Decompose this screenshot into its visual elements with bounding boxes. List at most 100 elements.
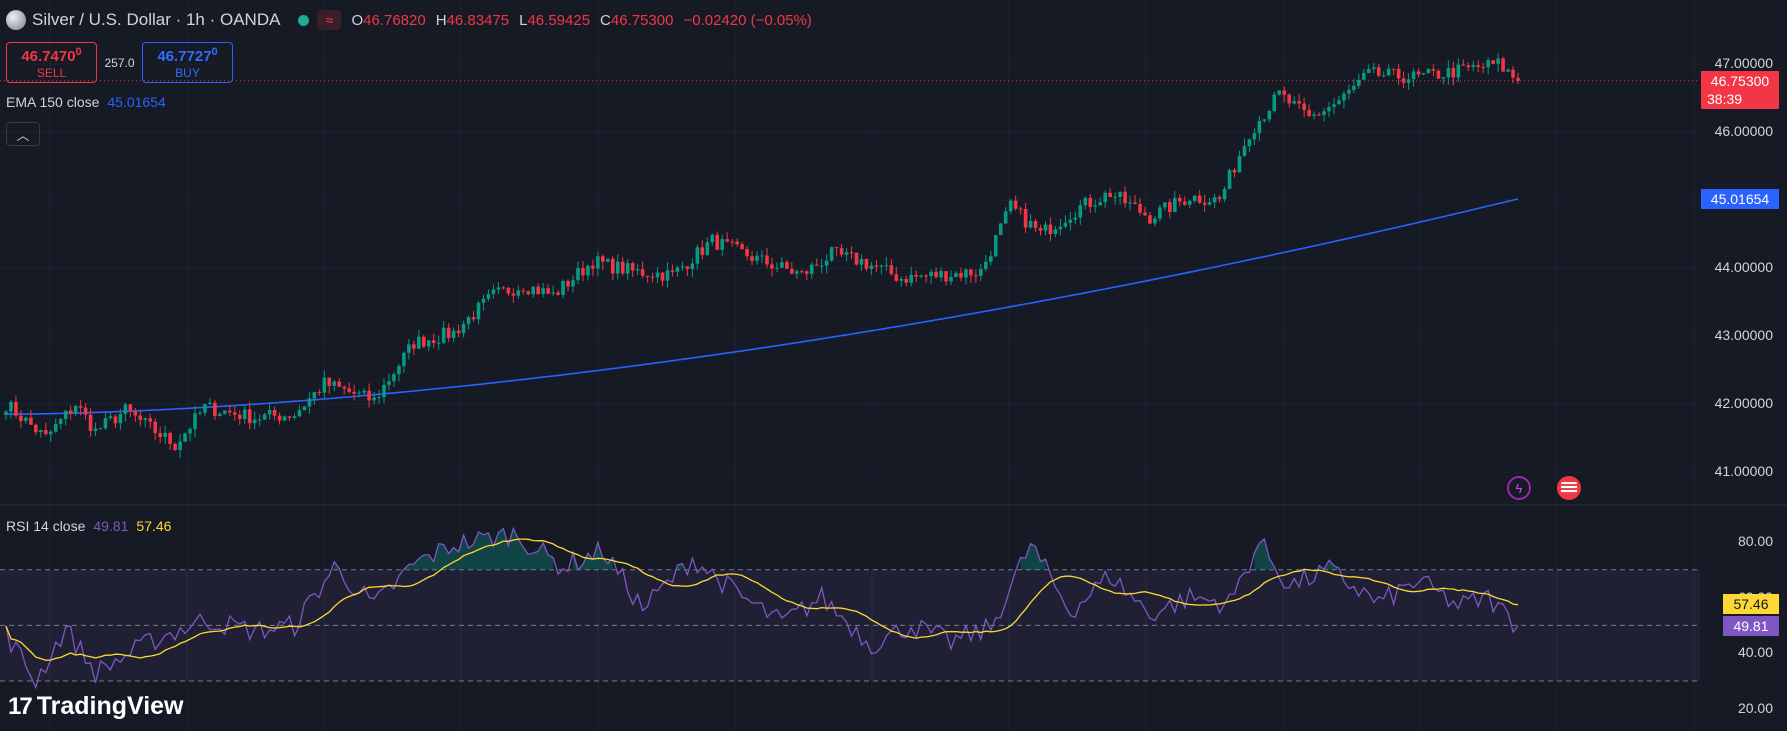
tradingview-logo[interactable]: 17 TradingView (8, 692, 184, 721)
candle-down (1307, 109, 1311, 116)
candle-up (426, 340, 431, 347)
candle-down (1416, 71, 1421, 75)
candle-up (690, 263, 695, 270)
candle-up (819, 265, 824, 267)
candle-up (1247, 139, 1252, 147)
candle-down (228, 410, 232, 413)
candle-down (1033, 221, 1038, 228)
candle-down (700, 247, 705, 255)
candle-up (1187, 200, 1192, 205)
candle-up (949, 276, 953, 282)
candle-up (710, 234, 715, 243)
candle-down (785, 262, 789, 269)
candle-down (277, 415, 282, 421)
lightning-event-icon[interactable]: ϟ (1507, 476, 1531, 500)
candle-down (670, 270, 675, 272)
collapse-legend-button[interactable]: ︿ (6, 122, 40, 146)
candle-up (531, 286, 536, 295)
candle-up (1212, 197, 1217, 203)
candle-up (476, 302, 481, 320)
candle-down (1123, 191, 1127, 204)
market-open-dot-icon[interactable] (298, 14, 310, 26)
candle-down (740, 244, 744, 250)
candle-up (1163, 202, 1167, 208)
us-flag-event-icon[interactable] (1557, 476, 1581, 500)
price-axis-tick: 47.00000 (1714, 55, 1773, 71)
candle-up (829, 247, 834, 261)
candle-up (178, 441, 182, 450)
candle-up (1411, 71, 1416, 80)
candle-down (1133, 202, 1137, 204)
candle-down (1431, 69, 1436, 71)
price-axis-tick: 42.00000 (1714, 395, 1773, 411)
buy-button[interactable]: 46.77270 BUY (142, 42, 233, 83)
candle-up (988, 256, 993, 262)
symbol-title[interactable]: Silver / U.S. Dollar · 1h · OANDA (32, 10, 280, 30)
candle-up (302, 406, 307, 411)
candle-up (223, 410, 227, 414)
candle-down (232, 412, 237, 415)
candle-up (1471, 65, 1476, 68)
candle-up (9, 401, 13, 412)
candle-up (695, 247, 700, 264)
candle-up (1222, 188, 1227, 200)
candle-down (88, 414, 93, 432)
candle-down (735, 241, 739, 245)
sell-price: 46.7470 (21, 47, 76, 65)
ohlc-values: O46.76820 H46.83475 L46.59425 C46.75300 (351, 12, 683, 29)
candle-down (1297, 101, 1301, 104)
logo-text: TradingView (36, 692, 184, 720)
rsi-legend-value: 49.81 (93, 518, 129, 534)
ema-legend[interactable]: EMA 150 close 45.01654 (6, 94, 166, 110)
candle-down (19, 415, 23, 422)
candle-down (14, 401, 18, 416)
ema-legend-name: EMA 150 close (6, 94, 100, 110)
candle-up (680, 266, 685, 268)
buy-price-small: 0 (211, 45, 218, 58)
candle-up (869, 265, 874, 269)
candle-down (814, 264, 819, 266)
delayed-data-icon[interactable]: ≈ (317, 10, 342, 30)
candle-down (894, 274, 899, 281)
candle-down (924, 275, 928, 277)
candle-up (964, 269, 968, 278)
candle-down (446, 327, 451, 339)
rsi-legend-name: RSI 14 close (6, 518, 86, 534)
candle-down (1302, 103, 1306, 110)
candle-up (267, 409, 272, 415)
candle-up (1371, 67, 1376, 70)
candle-down (581, 268, 585, 276)
candle-up (436, 342, 441, 344)
candle-up (282, 416, 287, 421)
sell-button[interactable]: 46.74700 SELL (6, 42, 97, 83)
candle-up (407, 344, 411, 353)
candle-up (203, 403, 207, 413)
candle-up (387, 381, 391, 385)
candle-up (606, 258, 610, 262)
rsi-overbought-fill (573, 542, 613, 570)
candle-up (63, 410, 68, 419)
sell-label: SELL (36, 65, 67, 80)
candle-up (382, 384, 386, 398)
candle-down (412, 344, 416, 349)
candle-up (143, 418, 148, 420)
price-axis-tick: 44.00000 (1714, 259, 1773, 275)
candle-up (1381, 75, 1386, 77)
rsi-legend[interactable]: RSI 14 close 49.81 57.46 (6, 518, 171, 534)
ohlc-key: O (351, 11, 364, 29)
candle-up (919, 275, 923, 277)
chart-canvas[interactable] (0, 0, 1787, 731)
candle-down (1108, 192, 1112, 198)
candle-up (993, 235, 998, 257)
candle-down (148, 418, 153, 422)
candle-up (163, 432, 167, 438)
candle-down (347, 388, 351, 392)
candle-up (1128, 202, 1132, 204)
candle-down (1168, 202, 1172, 212)
price-axis-tick: 43.00000 (1714, 327, 1773, 343)
candle-down (506, 287, 511, 294)
candle-down (1143, 212, 1147, 216)
sell-price-small: 0 (75, 45, 82, 58)
candle-up (1277, 90, 1282, 95)
candle-up (1262, 119, 1267, 121)
